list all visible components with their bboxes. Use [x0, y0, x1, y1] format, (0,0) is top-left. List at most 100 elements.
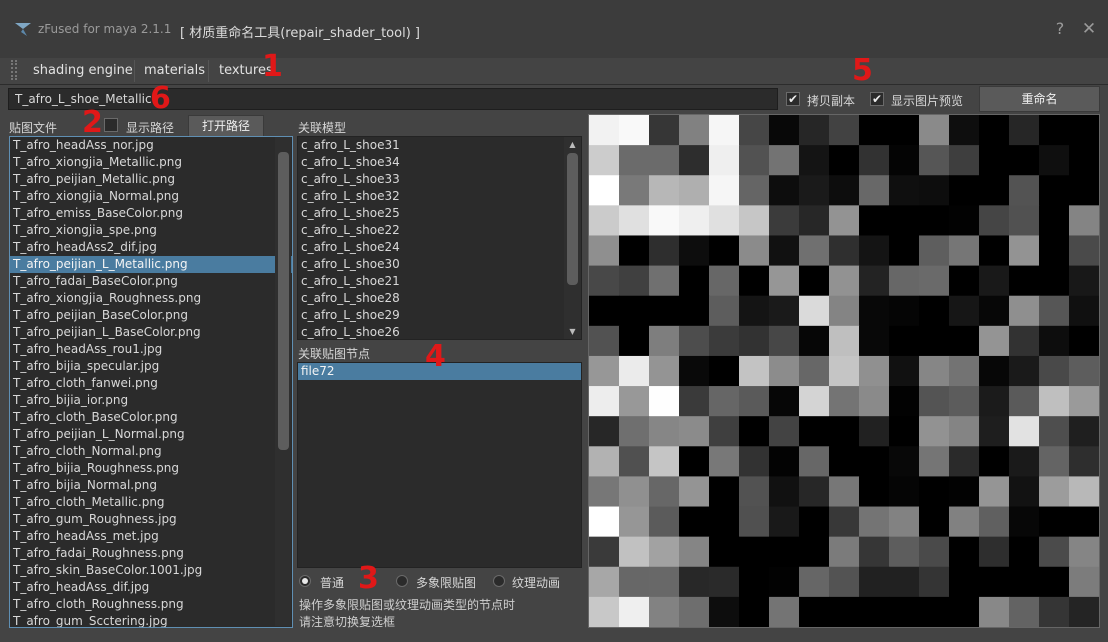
preview-pixel	[949, 506, 980, 538]
preview-pixel	[1009, 325, 1040, 357]
model-list-item[interactable]: c_afro_L_shoe30	[298, 256, 581, 273]
model-list-item[interactable]: c_afro_L_shoe29	[298, 307, 581, 324]
texture-list-item[interactable]: T_afro_cloth_Roughness.png	[10, 596, 292, 613]
preview-pixel	[1039, 386, 1070, 417]
texture-list-item[interactable]: T_afro_peijian_Metallic.png	[10, 171, 292, 188]
preview-pixel	[919, 566, 950, 598]
preview-pixel	[769, 295, 800, 327]
texture-list-item[interactable]: T_afro_bijia_ior.png	[10, 392, 292, 409]
annotation-1: 1	[262, 49, 283, 84]
help-button[interactable]: ?	[1050, 18, 1070, 40]
model-list-item[interactable]: c_afro_L_shoe22	[298, 222, 581, 239]
model-list-item[interactable]: c_afro_L_shoe25	[298, 205, 581, 222]
rename-button[interactable]: 重命名	[979, 86, 1100, 112]
preview-pixel	[649, 446, 680, 477]
texture-list-item[interactable]: T_afro_bijia_Normal.png	[10, 477, 292, 494]
model-list-item[interactable]: c_afro_L_shoe31	[298, 137, 581, 154]
mode-udim-radio[interactable]	[396, 575, 408, 587]
texture-list-item[interactable]: T_afro_fadai_BaseColor.png	[10, 273, 292, 290]
preview-pixel	[1039, 295, 1070, 327]
close-button[interactable]: ✕	[1079, 18, 1099, 40]
texture-list-item[interactable]: T_afro_peijian_L_Normal.png	[10, 426, 292, 443]
open-path-button[interactable]: 打开路径	[188, 115, 264, 137]
preview-pixel	[619, 295, 650, 327]
texture-list-item[interactable]: T_afro_headAss2_dif.jpg	[10, 239, 292, 256]
preview-pixel	[1069, 386, 1099, 417]
preview-pixel	[589, 506, 620, 538]
preview-pixel	[1039, 476, 1070, 508]
texture-list-item[interactable]: T_afro_bijia_specular.jpg	[10, 358, 292, 375]
model-list-item[interactable]: c_afro_L_shoe32	[298, 188, 581, 205]
texture-list-item[interactable]: T_afro_xiongjia_Normal.png	[10, 188, 292, 205]
texture-list-item[interactable]: T_afro_peijian_L_BaseColor.png	[10, 324, 292, 341]
preview-pixel	[949, 566, 980, 598]
preview-pixel	[679, 566, 710, 598]
preview-pixel	[619, 416, 650, 447]
preview-pixel	[979, 355, 1010, 387]
texture-list-scroll-thumb[interactable]	[278, 152, 289, 450]
preview-pixel	[739, 566, 770, 598]
preview-pixel	[589, 175, 620, 206]
preview-pixel	[829, 235, 860, 267]
copy-checkbox[interactable]: ✔	[786, 92, 800, 106]
scroll-down-arrow-icon[interactable]: ▼	[564, 326, 581, 338]
texture-list-item[interactable]: T_afro_headAss_met.jpg	[10, 528, 292, 545]
texture-list-item[interactable]: T_afro_gum_Sccter‍ing.jpg	[10, 613, 292, 627]
preview-pixel	[829, 325, 860, 357]
preview-pixel	[889, 566, 920, 598]
texture-list-item[interactable]: T_afro_cloth_fanwei.png	[10, 375, 292, 392]
preview-pixel	[589, 566, 620, 598]
texture-list-item[interactable]: T_afro_cloth_Normal.png	[10, 443, 292, 460]
preview-checkbox[interactable]: ✔	[870, 92, 884, 106]
texture-list-item[interactable]: T_afro_xiongjia_Metallic.png	[10, 154, 292, 171]
related-nodes-list[interactable]: file72	[297, 362, 582, 568]
model-list-item[interactable]: c_afro_L_shoe33	[298, 171, 581, 188]
model-list-item[interactable]: c_afro_L_shoe21	[298, 273, 581, 290]
related-models-list[interactable]: c_afro_L_shoe31 c_afro_L_shoe34 c_afro_L_s…	[297, 136, 582, 340]
texture-list-item[interactable]: T_afro_emiss_BaseColor.png	[10, 205, 292, 222]
preview-pixel	[799, 536, 830, 568]
mode-animation-radio[interactable]	[493, 575, 505, 587]
preview-pixel	[799, 115, 830, 146]
preview-pixel	[949, 386, 980, 417]
texture-list-item[interactable]: T_afro_skin_BaseColor.1001.jpg	[10, 562, 292, 579]
preview-pixel	[619, 175, 650, 206]
preview-pixel	[829, 596, 860, 627]
preview-pixel	[1069, 145, 1099, 176]
texture-list-item[interactable]: T_afro_xiongjia_spe.png	[10, 222, 292, 239]
texture-list-item[interactable]: T_afro_cloth_BaseColor.png	[10, 409, 292, 426]
preview-pixel	[799, 325, 830, 357]
texture-list-item[interactable]: T_afro_headAss_nor.jpg	[10, 137, 292, 154]
models-scroll-thumb[interactable]	[567, 153, 578, 285]
preview-pixel	[619, 446, 650, 477]
mode-normal-radio[interactable]	[299, 575, 311, 587]
related-models-label: 关联模型	[298, 121, 347, 135]
preview-pixel	[649, 416, 680, 447]
texture-list-item[interactable]: T_afro_gum_Roughness.jpg	[10, 511, 292, 528]
toolbar-grip-icon[interactable]	[11, 60, 17, 80]
new-name-input[interactable]	[8, 88, 778, 110]
texture-list-item[interactable]: T_afro_xiongjia_Roughness.png	[10, 290, 292, 307]
model-list-item[interactable]: c_afro_L_shoe28	[298, 290, 581, 307]
texture-list-item[interactable]: T_afro_bijia_Roughness.png	[10, 460, 292, 477]
texture-list-item[interactable]: T_afro_peijian_L_Metallic.png	[10, 256, 292, 273]
show-path-checkbox[interactable]	[104, 118, 118, 132]
model-list-item[interactable]: c_afro_L_shoe24	[298, 239, 581, 256]
texture-list-item[interactable]: T_afro_headAss_rou1.jpg	[10, 341, 292, 358]
preview-pixel	[859, 265, 890, 297]
preview-pixel	[889, 145, 920, 176]
texture-list-item[interactable]: T_afro_fadai_Roughness.png	[10, 545, 292, 562]
model-list-item[interactable]: c_afro_L_shoe34	[298, 154, 581, 171]
preview-pixel	[769, 416, 800, 447]
preview-pixel	[649, 325, 680, 357]
scroll-up-arrow-icon[interactable]: ▲	[564, 139, 581, 151]
texture-list-item[interactable]: T_afro_headAss_dif.jpg	[10, 579, 292, 596]
preview-pixel	[919, 446, 950, 477]
texture-list-item[interactable]: T_afro_cloth_Metallic.png	[10, 494, 292, 511]
tab-shading-engine[interactable]: shading engine	[33, 58, 133, 84]
texture-list-item[interactable]: T_afro_peijian_BaseColor.png	[10, 307, 292, 324]
texture-list[interactable]: T_afro_headAss_nor.jpg T_afro_xiongjia_Me…	[9, 136, 293, 628]
model-list-item[interactable]: c_afro_L_shoe26	[298, 324, 581, 339]
preview-pixel	[1039, 175, 1070, 206]
preview-pixel	[649, 536, 680, 568]
